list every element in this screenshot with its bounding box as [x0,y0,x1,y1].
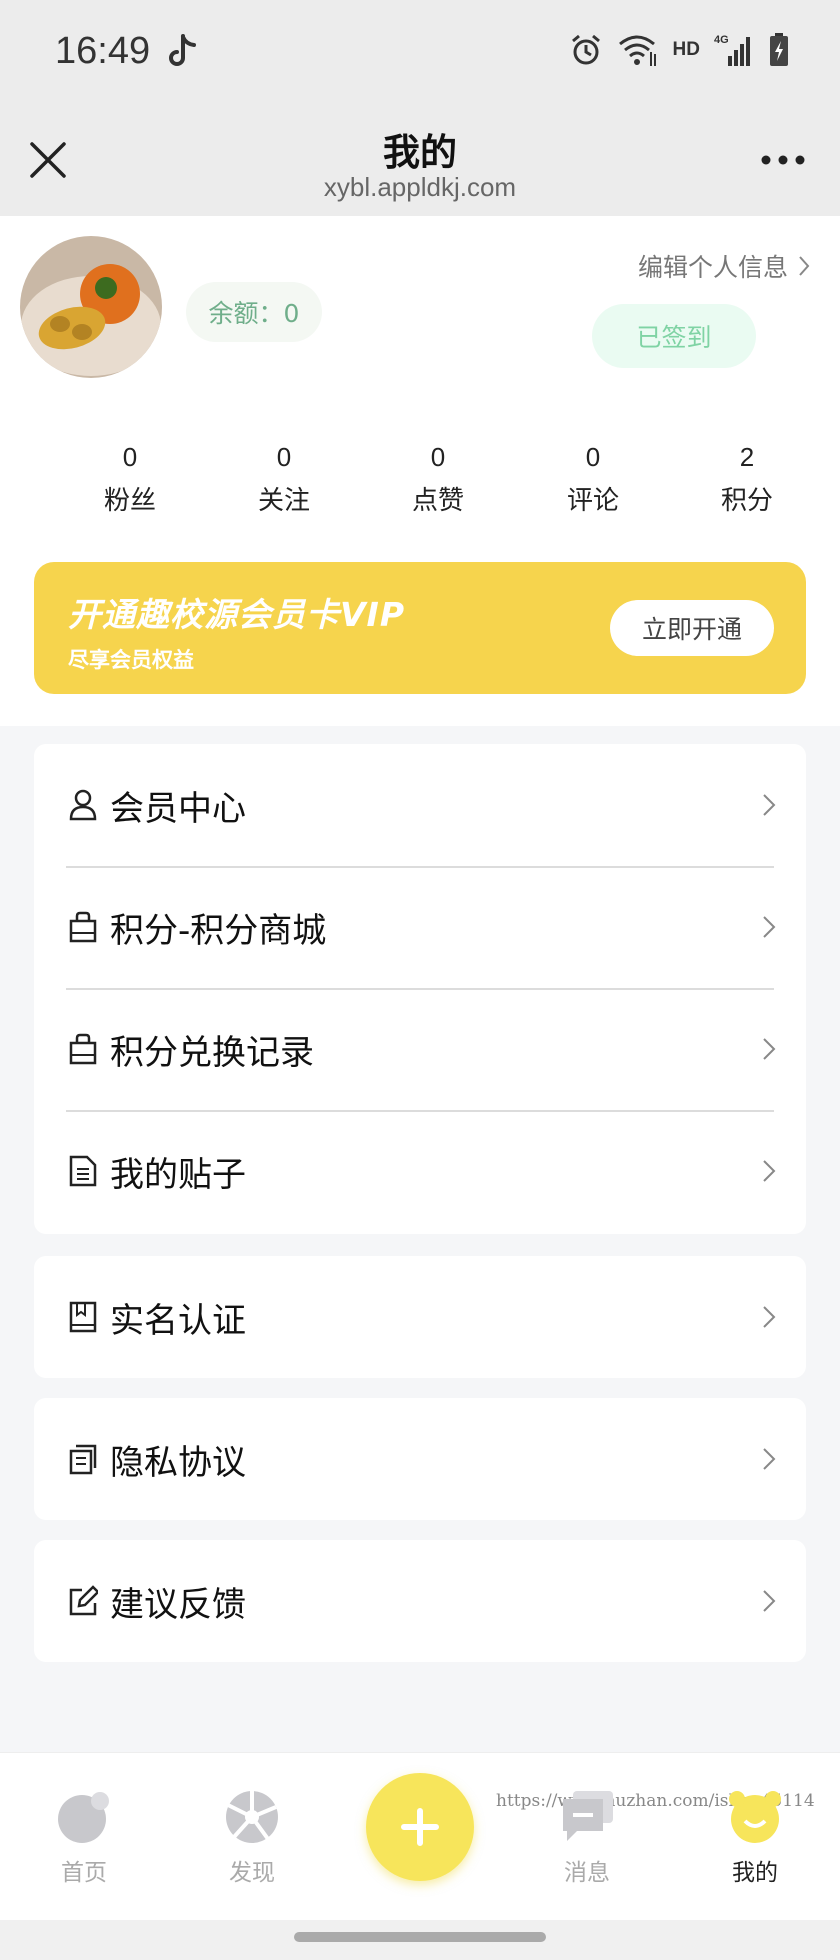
svg-text:4G: 4G [714,34,729,46]
stat-value: 0 [276,442,292,472]
menu-item-label: 隐私协议 [110,1442,246,1483]
chevron-right-icon [763,1160,776,1182]
copy-document-icon [69,1444,97,1475]
nav-item-profile[interactable]: 我的 [695,1789,815,1887]
chevron-right-icon [763,916,776,938]
alarm-icon [571,34,600,65]
chevron-right-icon [763,1448,776,1470]
menu-card-main: 会员中心 积分-积分商城 积分兑换记录 我的贴子 [34,744,806,1234]
bag-icon [69,1033,97,1065]
menu-item-label: 建议反馈 [110,1584,246,1625]
menu-card-real-name: 实名认证 [34,1256,806,1378]
menu-item-label: 会员中心 [110,788,246,829]
stat-fans[interactable]: 0 粉丝 [70,440,190,517]
vip-title: 开通趣校源会员卡VIP [68,595,406,634]
stat-label: 积分 [720,486,773,516]
battery-icon [770,33,788,66]
stat-value: 0 [585,442,601,472]
discover-icon [226,1791,278,1843]
menu-item-label: 积分兑换记录 [110,1032,314,1073]
vip-open-button[interactable]: 立即开通 [610,600,774,656]
tiktok-icon [169,34,196,66]
stats-row: 0 粉丝 0 关注 0 点赞 0 评论 2 积分 [0,440,840,520]
stat-label: 关注 [257,486,310,516]
stat-value: 0 [430,442,446,472]
stat-likes[interactable]: 0 点赞 [378,440,498,517]
stat-label: 点赞 [411,486,464,516]
balance-pill: 余额：0 [186,282,322,342]
menu-item-points-exchange-record[interactable]: 积分兑换记录 [34,988,806,1110]
stat-comments[interactable]: 0 评论 [533,440,653,517]
home-icon [58,1792,109,1843]
status-bar: 16:49 HD 4G [0,0,840,104]
nav-label: 我的 [732,1860,778,1886]
menu-item-label: 实名认证 [110,1300,246,1341]
profile-icon [729,1791,781,1843]
chevron-right-icon [763,1306,776,1328]
nav-label: 首页 [61,1860,107,1886]
menu-card-feedback: 建议反馈 [34,1540,806,1662]
menu-item-my-posts[interactable]: 我的贴子 [34,1110,806,1232]
wifi-icon [618,35,656,66]
nav-label: 发现 [229,1860,275,1886]
cell-signal-icon: 4G [714,34,750,66]
chevron-right-icon [763,794,776,816]
title-bar: 我的 xybl.appldkj.com [0,104,840,216]
menu-card-privacy: 隐私协议 [34,1398,806,1520]
page-title: 我的 [383,131,457,174]
nav-item-messages[interactable]: 消息 [527,1789,647,1887]
bag-icon [69,911,97,943]
chevron-right-icon [763,1590,776,1612]
stat-label: 评论 [566,486,619,516]
add-button[interactable] [366,1773,474,1881]
signin-button[interactable]: 已签到 [592,304,756,368]
edit-icon [69,1585,98,1616]
avatar-image [20,236,162,378]
menu-item-privacy-policy[interactable]: 隐私协议 [34,1398,806,1520]
vip-banner[interactable]: 开通趣校源会员卡VIP 尽享会员权益 立即开通 [34,562,806,694]
menu-item-real-name-auth[interactable]: 实名认证 [34,1256,806,1378]
bookmark-book-icon [69,1301,97,1333]
menu-item-points-mall[interactable]: 积分-积分商城 [34,866,806,988]
edit-profile-link[interactable]: 编辑个人信息 [638,246,810,286]
chevron-right-icon [799,256,810,276]
status-time: 16:49 [55,30,151,72]
status-icons: HD 4G [569,30,790,70]
menu-item-label: 积分-积分商城 [110,910,327,951]
chevron-right-icon [763,1038,776,1060]
user-icon [69,789,97,821]
avatar[interactable] [20,236,162,378]
document-icon [69,1155,97,1187]
bottom-nav: 首页 发现 https://www.huzhan.com/ishop45114 … [0,1752,840,1920]
stat-value: 2 [739,442,755,472]
more-icon[interactable] [760,154,806,166]
vip-subtitle: 尽享会员权益 [68,648,194,672]
nav-item-discover[interactable]: 发现 [192,1789,312,1887]
stat-points[interactable]: 2 积分 [687,440,807,517]
nav-item-home[interactable]: 首页 [24,1789,144,1887]
stat-value: 0 [122,442,138,472]
page-url: xybl.appldkj.com [323,172,517,202]
home-indicator[interactable] [294,1932,546,1942]
menu-item-member-center[interactable]: 会员中心 [34,744,806,866]
menu-item-label: 我的贴子 [110,1154,246,1195]
stat-label: 粉丝 [103,486,156,516]
nav-label: 消息 [564,1860,610,1886]
plus-icon [401,1808,439,1846]
edit-profile-label: 编辑个人信息 [637,253,788,282]
menu-item-feedback[interactable]: 建议反馈 [34,1540,806,1662]
hd-indicator: HD [672,39,700,60]
message-icon [563,1791,613,1841]
profile-section: 余额：0 编辑个人信息 已签到 0 粉丝 0 关注 0 点赞 0 评论 2 积分… [0,216,840,726]
stat-following[interactable]: 0 关注 [224,440,344,517]
